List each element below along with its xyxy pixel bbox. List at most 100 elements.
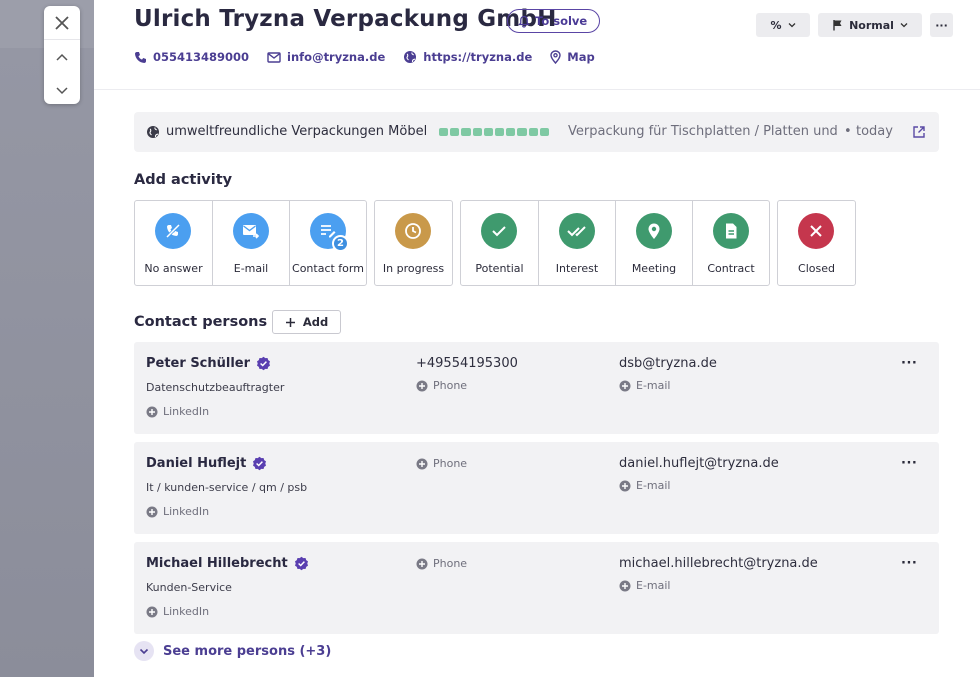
activity-label: Contract bbox=[707, 262, 755, 275]
contact-form-count-badge: 2 bbox=[332, 235, 349, 252]
activity-group-closed: Closed bbox=[777, 200, 856, 286]
verified-badge-icon bbox=[253, 456, 267, 471]
close-button[interactable] bbox=[44, 6, 80, 40]
chevron-down-icon bbox=[56, 87, 68, 95]
previous-record-button[interactable] bbox=[44, 42, 80, 72]
plus-icon bbox=[285, 317, 295, 327]
phone-missed-icon bbox=[155, 213, 191, 249]
status-button[interactable]: To solve bbox=[507, 9, 601, 33]
person-more-button[interactable]: ··· bbox=[901, 456, 917, 471]
activity-in-progress-button[interactable]: In progress bbox=[375, 201, 452, 285]
activity-contract-button[interactable]: Contract bbox=[692, 201, 769, 285]
add-phone-button[interactable]: Phone bbox=[416, 457, 467, 470]
company-website: https://tryzna.de bbox=[423, 50, 533, 64]
add-phone-button[interactable]: Phone bbox=[416, 379, 467, 392]
map-link[interactable]: Map bbox=[550, 50, 595, 64]
phone-label: Phone bbox=[433, 557, 468, 570]
add-linkedin-button[interactable]: LinkedIn bbox=[146, 405, 209, 418]
person-role: Kunden-Service bbox=[146, 581, 232, 594]
activity-group-positive: Potential Interest Meeting Contract bbox=[460, 200, 770, 286]
activity-email-button[interactable]: E-mail bbox=[212, 201, 289, 285]
person-name: Peter Schüller bbox=[146, 356, 251, 371]
activity-meeting-button[interactable]: Meeting bbox=[615, 201, 692, 285]
source-separator: • bbox=[844, 124, 852, 139]
activity-group-progress: In progress bbox=[374, 200, 453, 286]
person-role: Datenschutzbeauftragter bbox=[146, 381, 285, 394]
add-person-button[interactable]: Add bbox=[272, 310, 341, 334]
activity-label: No answer bbox=[144, 262, 203, 275]
record-navigator bbox=[44, 6, 80, 104]
person-card: Daniel Huflejt It / kunden-service / qm … bbox=[134, 442, 939, 534]
chevron-down-icon bbox=[900, 23, 908, 28]
person-more-button[interactable]: ··· bbox=[901, 556, 917, 571]
more-options-button[interactable]: ··· bbox=[930, 13, 953, 37]
lead-source-bar: umweltfreundliche Verpackungen Möbel Ver… bbox=[134, 112, 939, 152]
mail-send-icon bbox=[233, 213, 269, 249]
globe-icon bbox=[147, 126, 159, 138]
company-website-link[interactable]: https://tryzna.de bbox=[403, 50, 532, 64]
map-label: Map bbox=[567, 50, 595, 64]
person-card: Michael Hillebrecht Kunden-Service Linke… bbox=[134, 542, 939, 634]
person-name: Daniel Huflejt bbox=[146, 456, 247, 471]
source-label: umweltfreundliche Verpackungen Möbel bbox=[166, 124, 428, 139]
x-icon bbox=[798, 213, 834, 249]
external-link-icon[interactable] bbox=[912, 125, 926, 139]
activity-contact-form-button[interactable]: 2 Contact form bbox=[289, 201, 366, 285]
location-pin-icon bbox=[636, 213, 672, 249]
plus-circle-icon bbox=[416, 380, 428, 391]
document-icon bbox=[713, 213, 749, 249]
company-email: info@tryzna.de bbox=[287, 50, 386, 64]
person-email-value[interactable]: michael.hillebrecht@tryzna.de bbox=[619, 556, 818, 571]
person-more-button[interactable]: ··· bbox=[901, 356, 917, 371]
priority-dropdown[interactable]: Normal bbox=[818, 13, 922, 37]
activity-label: Meeting bbox=[631, 262, 677, 275]
percent-label: % bbox=[770, 18, 782, 32]
activity-potential-button[interactable]: Potential bbox=[461, 201, 538, 285]
email-label: E-mail bbox=[636, 479, 671, 492]
activity-label: Potential bbox=[475, 262, 524, 275]
add-email-button[interactable]: E-mail bbox=[619, 579, 671, 592]
activity-label: E-mail bbox=[233, 262, 269, 275]
email-label: E-mail bbox=[636, 579, 671, 592]
status-label: To solve bbox=[535, 14, 588, 28]
activity-no-answer-button[interactable]: No answer bbox=[135, 201, 212, 285]
add-linkedin-button[interactable]: LinkedIn bbox=[146, 605, 209, 618]
phone-label: Phone bbox=[433, 457, 468, 470]
person-email-value[interactable]: daniel.huflejt@tryzna.de bbox=[619, 456, 779, 471]
phone-icon bbox=[135, 51, 146, 63]
add-email-button[interactable]: E-mail bbox=[619, 379, 671, 392]
next-record-button[interactable] bbox=[44, 76, 80, 106]
plus-circle-icon bbox=[619, 380, 631, 391]
contact-persons-heading: Contact persons bbox=[134, 314, 268, 330]
add-activity-heading: Add activity bbox=[134, 172, 233, 188]
plus-circle-icon bbox=[619, 480, 631, 491]
linkedin-label: LinkedIn bbox=[163, 405, 210, 418]
globe-icon bbox=[404, 51, 417, 63]
see-more-persons-button[interactable]: See more persons (+3) bbox=[134, 641, 331, 661]
plus-circle-icon bbox=[146, 606, 158, 617]
email-label: E-mail bbox=[636, 379, 671, 392]
plus-circle-icon bbox=[146, 506, 158, 517]
company-phone-link[interactable]: 055413489000 bbox=[134, 50, 249, 64]
linkedin-label: LinkedIn bbox=[163, 605, 210, 618]
company-email-link[interactable]: info@tryzna.de bbox=[267, 50, 385, 64]
activity-closed-button[interactable]: Closed bbox=[778, 201, 855, 285]
add-email-button[interactable]: E-mail bbox=[619, 479, 671, 492]
backdrop-shade bbox=[0, 48, 94, 677]
close-icon bbox=[55, 15, 69, 30]
source-progress-bar bbox=[439, 128, 550, 136]
plus-circle-icon bbox=[416, 558, 428, 569]
company-phone: 055413489000 bbox=[153, 50, 250, 64]
person-phone-value[interactable]: +49554195300 bbox=[416, 356, 518, 371]
add-phone-button[interactable]: Phone bbox=[416, 557, 467, 570]
chevron-down-icon bbox=[788, 23, 795, 28]
plus-circle-icon bbox=[146, 406, 158, 417]
add-linkedin-button[interactable]: LinkedIn bbox=[146, 505, 209, 518]
priority-label: Normal bbox=[849, 18, 894, 32]
company-contact-links: 055413489000 info@tryzna.de https://tryz… bbox=[134, 50, 595, 64]
person-email-value[interactable]: dsb@tryzna.de bbox=[619, 356, 717, 371]
bell-icon bbox=[518, 15, 530, 28]
activity-interest-button[interactable]: Interest bbox=[538, 201, 615, 285]
percent-dropdown[interactable]: % bbox=[756, 13, 810, 37]
source-description: Verpackung für Tischplatten / Platten un… bbox=[568, 124, 838, 139]
